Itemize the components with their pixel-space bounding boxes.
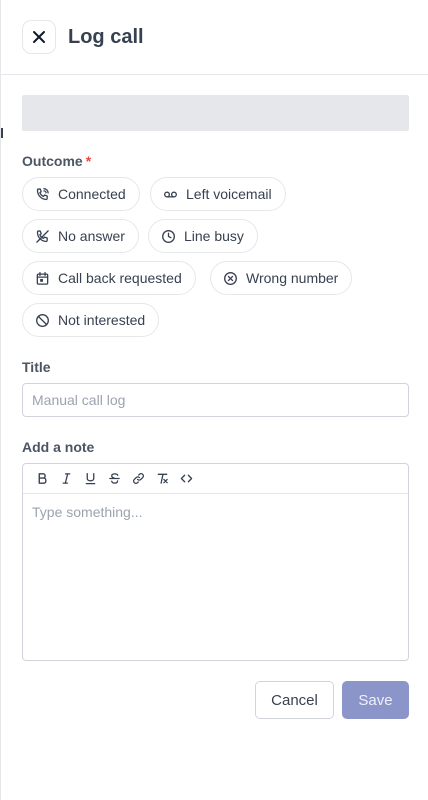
title-label: Title	[22, 359, 51, 375]
chip-label: Not interested	[58, 312, 146, 328]
close-button[interactable]	[22, 20, 56, 54]
cancel-button[interactable]: Cancel	[255, 681, 334, 719]
strikethrough-icon	[108, 473, 120, 484]
chip-label: Connected	[58, 186, 126, 202]
code-button[interactable]	[174, 467, 198, 491]
outcome-no-answer[interactable]: No answer	[22, 219, 139, 253]
edge-marker	[1, 128, 3, 138]
chip-label: No answer	[58, 228, 125, 244]
chip-label: Call back requested	[58, 270, 182, 286]
bold-icon	[38, 473, 47, 484]
link-icon	[132, 472, 144, 485]
note-editor: Type something...	[22, 463, 409, 661]
bold-button[interactable]	[30, 467, 54, 491]
x-circle-icon	[224, 271, 237, 285]
chip-label: Wrong number	[246, 270, 339, 286]
editor-toolbar	[23, 464, 408, 494]
close-icon	[33, 31, 45, 43]
outcome-left-voicemail[interactable]: Left voicemail	[150, 177, 286, 211]
page-title: Log call	[68, 25, 144, 48]
clear-format-icon	[157, 473, 168, 484]
title-input[interactable]	[22, 383, 409, 417]
outcome-line-busy[interactable]: Line busy	[148, 219, 258, 253]
note-label: Add a note	[22, 439, 95, 455]
voicemail-icon	[164, 191, 177, 197]
outcome-connected[interactable]: Connected	[22, 177, 140, 211]
underline-button[interactable]	[78, 467, 102, 491]
required-mark: *	[85, 153, 92, 169]
chip-label: Line busy	[184, 228, 244, 244]
code-icon	[180, 474, 192, 483]
clock-icon	[162, 229, 175, 243]
outcome-wrong-number[interactable]: Wrong number	[210, 261, 353, 295]
underline-icon	[85, 473, 95, 485]
link-button[interactable]	[126, 467, 150, 491]
phone-missed-icon	[36, 229, 49, 243]
clear-format-button[interactable]	[150, 467, 174, 491]
outcome-call-back-requested[interactable]: Call back requested	[22, 261, 196, 295]
outcome-label: Outcome *	[22, 153, 92, 169]
ban-icon	[36, 313, 49, 327]
log-call-panel: Log call Outcome * Connected Left voicema…	[0, 0, 428, 800]
loading-placeholder	[22, 95, 409, 131]
chip-label: Left voicemail	[186, 186, 272, 202]
outcome-not-interested[interactable]: Not interested	[22, 303, 160, 337]
calendar-icon	[36, 271, 49, 285]
italic-button[interactable]	[54, 467, 78, 491]
save-button[interactable]: Save	[342, 681, 409, 719]
panel-header: Log call	[1, 0, 428, 75]
italic-icon	[62, 473, 70, 484]
phone-connected-icon	[36, 187, 49, 200]
note-textarea[interactable]: Type something...	[23, 494, 408, 530]
strikethrough-button[interactable]	[102, 467, 126, 491]
